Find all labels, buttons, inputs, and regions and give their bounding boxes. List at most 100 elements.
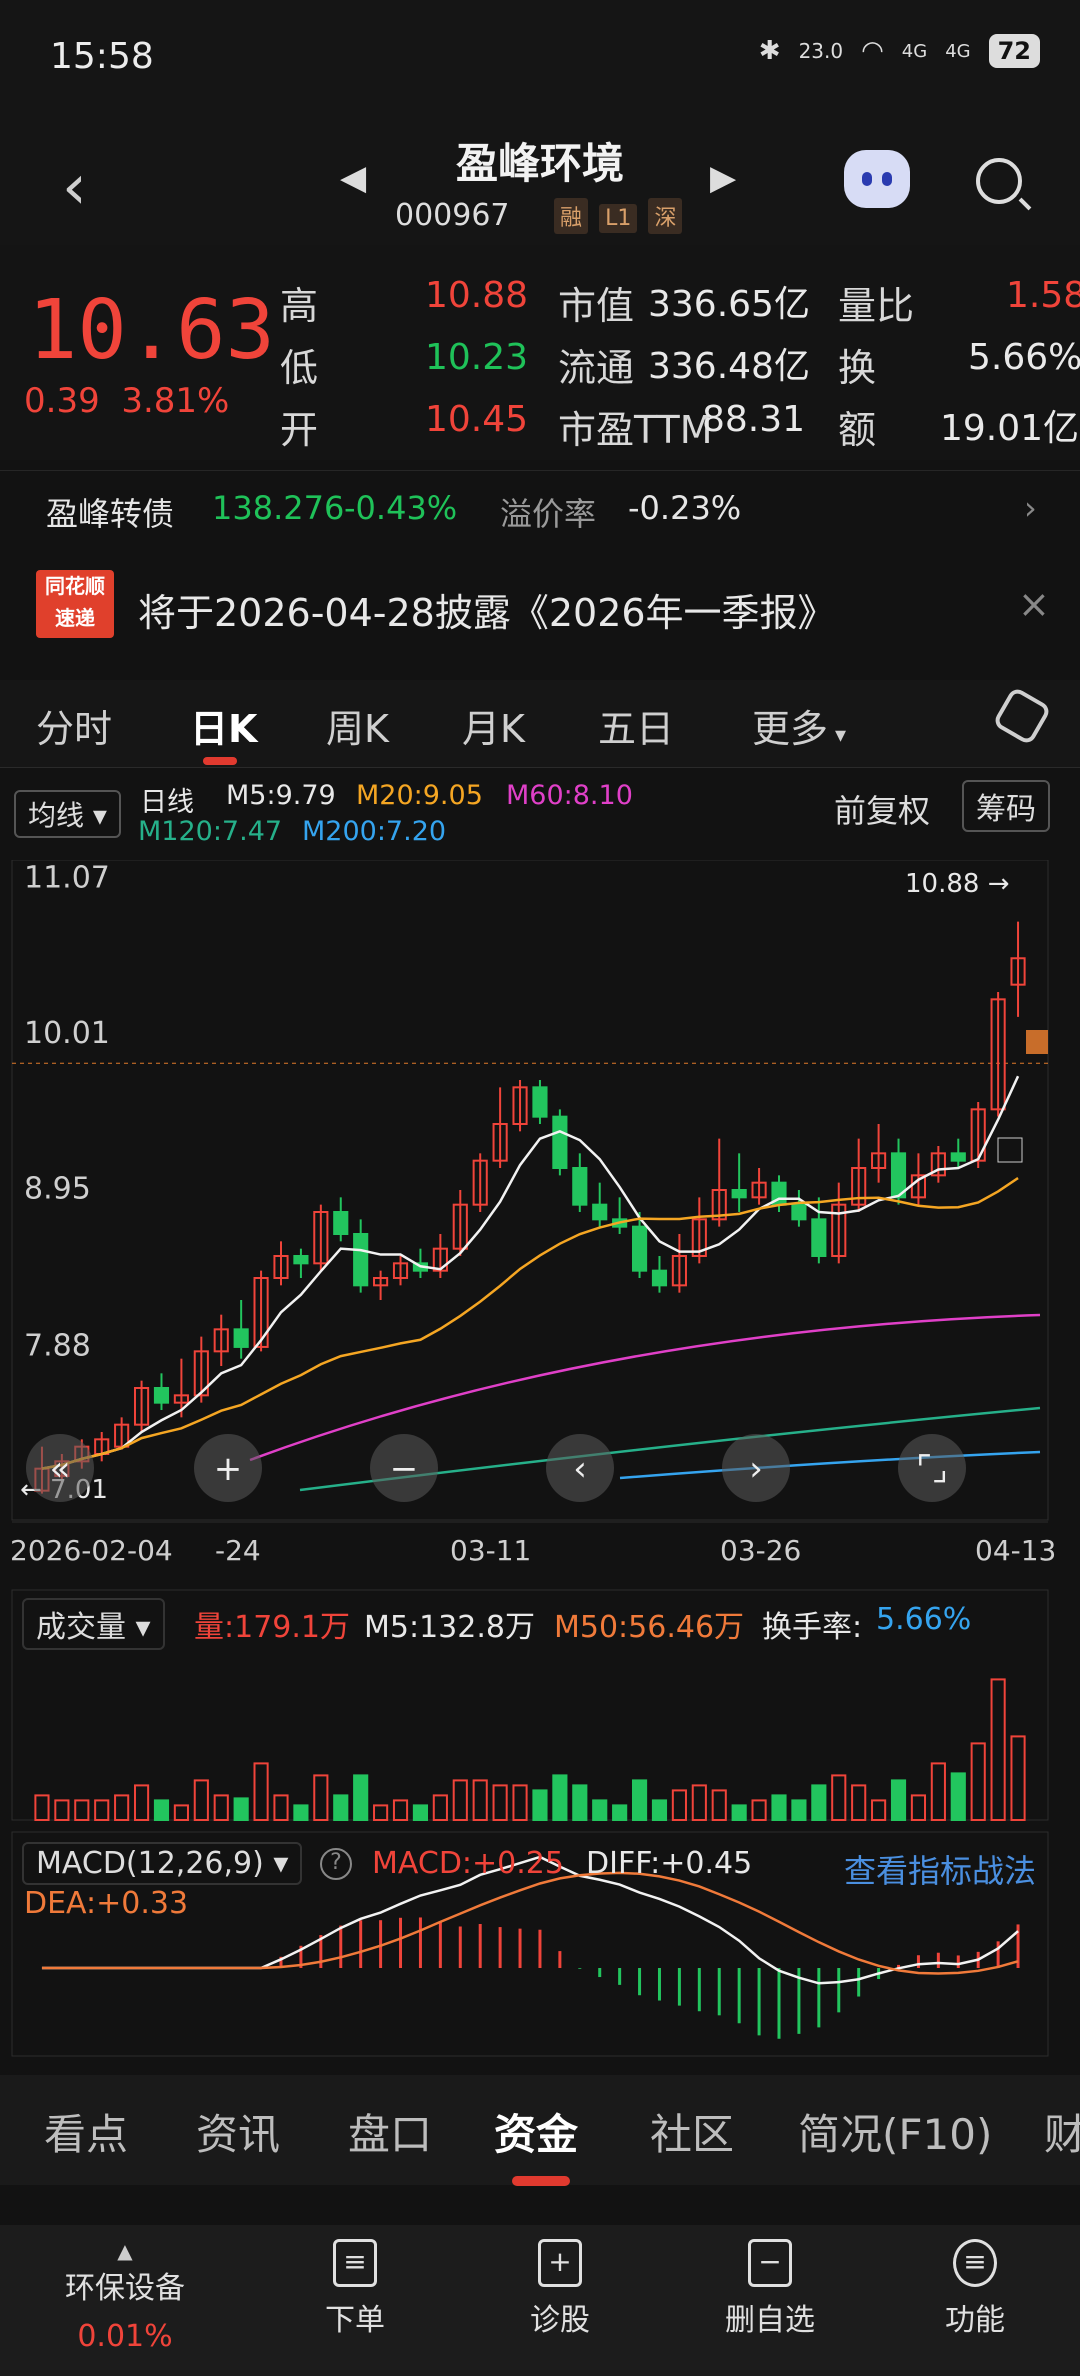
chart-period-tabs: 分时 日K 周K 月K 五日 更多 ▾ [0, 680, 1080, 768]
volume-bar [233, 1797, 249, 1822]
settings-hex-icon[interactable] [991, 685, 1053, 747]
ma200-value: M200:7.20 [302, 816, 447, 847]
tab-monthly-k[interactable]: 月K [462, 698, 525, 753]
remove-watchlist-button[interactable]: − 删自选 [710, 2239, 830, 2339]
net-speed: 23.0 [798, 39, 844, 63]
function-button[interactable]: ≡ 功能 [920, 2239, 1030, 2339]
convertible-bond-row[interactable]: 盈峰转债 138.276 -0.43% 溢价率 -0.23% › [0, 470, 1080, 550]
amount-value: 19.01亿 [940, 408, 1080, 449]
volume-bar [771, 1794, 787, 1822]
chips-button[interactable]: 筹码 [962, 780, 1050, 832]
volume-bar [94, 1799, 110, 1822]
high-label: 高 [280, 284, 319, 328]
volume-bar [452, 1779, 468, 1822]
volume-bar [392, 1799, 409, 1822]
ma-selector[interactable]: 均线 ▾ [14, 790, 121, 838]
tab-weekly-k[interactable]: 周K [326, 698, 389, 753]
tab-capital[interactable]: 资金 [494, 2101, 578, 2162]
ma60-value: M60:8.10 [506, 780, 633, 811]
volume-bar [970, 1742, 986, 1822]
volume-bar [791, 1799, 807, 1822]
tag-level: L1 [599, 204, 638, 233]
tab-five-day[interactable]: 五日 [598, 698, 674, 753]
candle-body [153, 1387, 170, 1404]
view-strategy-link[interactable]: 查看指标战法 [844, 1846, 1036, 1892]
turnover-rate-label: 换手率: [762, 1610, 863, 1645]
robot-assistant-icon[interactable] [844, 150, 910, 208]
bond-price: 138.276 [212, 489, 345, 527]
tab-more[interactable]: 更多 ▾ [752, 698, 846, 753]
signal-4g-2: 4G [945, 40, 971, 62]
diagnose-button[interactable]: + 诊股 [505, 2239, 615, 2339]
stock-name: 盈峰环境 [455, 139, 624, 188]
price-tick-labels: 11.07 10.01 8.95 7.88 [12, 861, 1048, 1364]
turnover-rate-value: 5.66% [876, 1602, 972, 1637]
volume-bar [114, 1794, 130, 1822]
volume-m50: M50:56.46万 [554, 1610, 745, 1645]
volume-bar [890, 1779, 907, 1822]
macd-legend: MACD(12,26,9) ▾ ? MACD:+0.25 DIFF:+0.45 … [0, 1842, 1080, 1932]
volume-bar [831, 1774, 847, 1822]
high-price-label: 10.88 → [905, 869, 1009, 899]
tab-community[interactable]: 社区 [650, 2101, 734, 2162]
volume-bar [253, 1762, 269, 1822]
notice-text: 将于2026-04-28披露《2026年一季报》 [138, 591, 836, 635]
menu-icon: ≡ [953, 2239, 997, 2287]
volume-bar [1010, 1735, 1026, 1822]
candle-body [572, 1167, 588, 1206]
sector-button[interactable]: ▲ 环保设备 0.01% [40, 2239, 210, 2354]
date-label: 04-13 [975, 1534, 1056, 1567]
macd-selector[interactable]: MACD(12,26,9) ▾ [22, 1842, 303, 1885]
signal-4g-1: 4G [901, 40, 928, 62]
volume-bar [731, 1804, 747, 1822]
status-icons: ✱ 23.0 ◠ 4G 4G 72 [759, 34, 1040, 68]
volume-bar [532, 1789, 548, 1822]
volume-bar [631, 1779, 648, 1822]
tab-finance[interactable]: 财 [1044, 2101, 1080, 2162]
ma120-value: M120:7.47 [138, 816, 283, 847]
volume-bar [432, 1794, 448, 1822]
active-tab-indicator [203, 757, 237, 765]
volume-bar [193, 1779, 209, 1822]
close-icon[interactable]: × [1018, 582, 1050, 626]
tab-profile-f10[interactable]: 简况(F10) [798, 2101, 992, 2162]
function-label: 功能 [945, 2303, 1005, 2338]
ma20-value: M20:9.05 [356, 780, 483, 811]
notice-banner[interactable]: 同花顺 速递 将于2026-04-28披露《2026年一季报》 × [0, 560, 1080, 660]
volume-bar [293, 1804, 309, 1822]
adjust-mode[interactable]: 前复权 [834, 786, 930, 832]
tab-intraday[interactable]: 分时 [36, 698, 112, 753]
volume-ratio-value: 1.58 [1006, 275, 1080, 316]
order-button[interactable]: ≡ 下单 [300, 2239, 410, 2339]
b-marker [997, 1137, 1023, 1163]
tab-highlights[interactable]: 看点 [44, 2101, 128, 2162]
volume-bar [871, 1799, 887, 1822]
chart-control-symbol: « [50, 1449, 71, 1489]
volume-bar [472, 1779, 488, 1822]
volume-selector[interactable]: 成交量 ▾ [22, 1598, 165, 1650]
pe-value: 88.31 [702, 399, 806, 440]
tab-daily-k[interactable]: 日K [190, 698, 257, 753]
volume-bar [412, 1804, 429, 1822]
candle-body [791, 1203, 807, 1221]
volume-bar [34, 1794, 50, 1822]
ths-logo: 同花顺 速递 [36, 570, 114, 638]
premium-value: -0.23% [628, 489, 742, 527]
ma5-line [41, 1075, 1020, 1470]
high-value: 10.88 [425, 275, 529, 316]
open-label: 开 [280, 408, 319, 452]
tab-orderbook[interactable]: 盘口 [348, 2101, 432, 2162]
tag-margin: 融 [554, 198, 589, 234]
tab-news[interactable]: 资讯 [196, 2101, 280, 2162]
candle-body [950, 1152, 966, 1162]
volume-bar [612, 1804, 628, 1822]
sector-change: 0.01% [77, 2319, 173, 2354]
remove-watchlist-label: 删自选 [725, 2303, 815, 2338]
volume-ratio-label: 量比 [838, 284, 915, 328]
search-icon[interactable] [976, 158, 1022, 204]
help-icon[interactable]: ? [320, 1848, 352, 1880]
next-stock-icon[interactable]: ▶ [710, 158, 736, 198]
volume-bar [691, 1784, 707, 1822]
chart-control-symbol: ‹ [573, 1449, 587, 1489]
volume-bar [273, 1794, 289, 1822]
